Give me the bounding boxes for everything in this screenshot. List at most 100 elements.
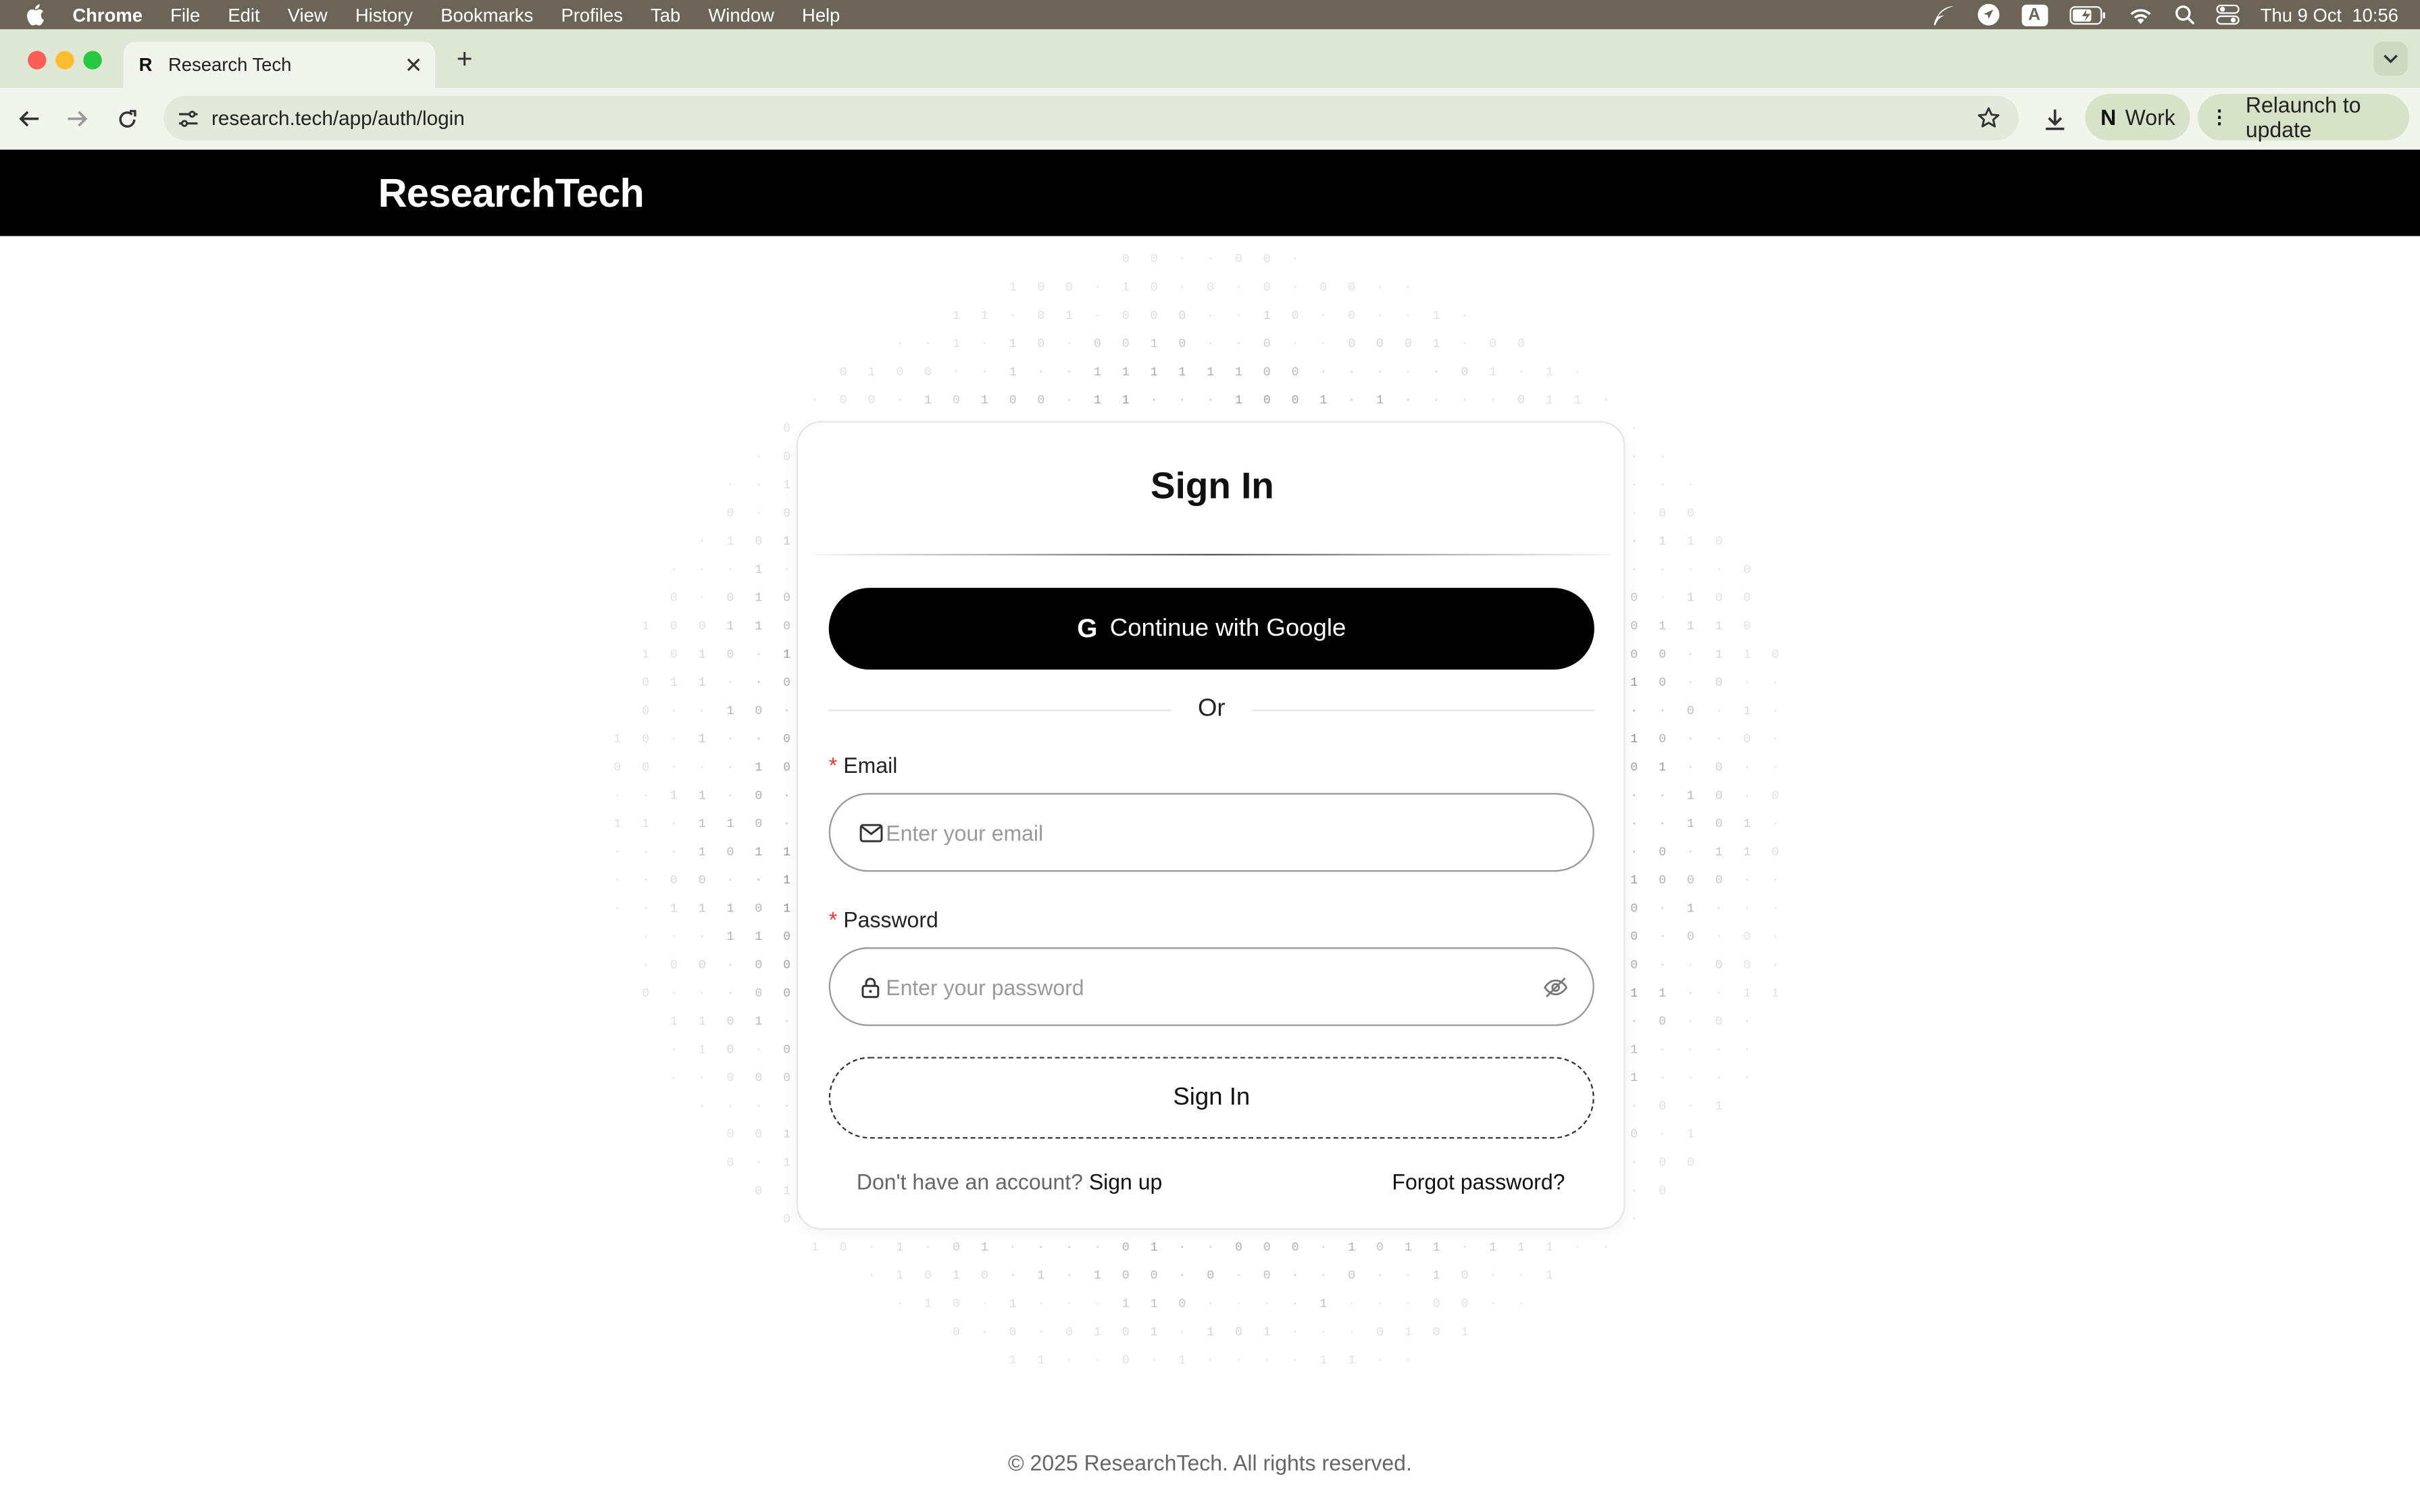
new-tab-icon[interactable]: + — [451, 43, 478, 76]
menu-history[interactable]: History — [355, 4, 413, 26]
svg-text:·: · — [1207, 394, 1214, 407]
menu-edit[interactable]: Edit — [228, 4, 259, 26]
svg-text:1: 1 — [1546, 1241, 1553, 1255]
svg-text:1: 1 — [1405, 1326, 1412, 1339]
site-logo[interactable]: ResearchTech — [378, 170, 645, 218]
svg-text:·: · — [1715, 733, 1723, 747]
window-minimize-button[interactable] — [55, 51, 74, 70]
forward-arrow-icon[interactable] — [64, 105, 91, 132]
svg-text:·: · — [755, 1043, 762, 1057]
password-input[interactable] — [886, 974, 1544, 999]
apple-icon[interactable] — [25, 3, 50, 26]
svg-text:0: 0 — [1461, 1269, 1468, 1283]
tab-close-icon[interactable]: ✕ — [405, 52, 423, 78]
svg-text:·: · — [1348, 366, 1355, 379]
svg-text:·: · — [1376, 309, 1384, 323]
wifi-icon[interactable] — [2127, 5, 2152, 24]
window-zoom-button[interactable] — [83, 51, 102, 70]
svg-text:0: 0 — [1771, 789, 1779, 803]
menu-window[interactable]: Window — [708, 4, 774, 26]
toggle-password-visibility-icon[interactable] — [1543, 974, 1568, 999]
location-arrow-icon[interactable] — [1976, 3, 1999, 26]
browser-tab[interactable]: R Research Tech ✕ — [123, 41, 436, 89]
svg-text:·: · — [896, 1297, 903, 1311]
menu-bookmarks[interactable]: Bookmarks — [440, 4, 533, 26]
svg-text:1: 1 — [783, 902, 790, 915]
svg-text:·: · — [1771, 676, 1779, 690]
svg-text:0: 0 — [1687, 705, 1694, 718]
more-options-icon[interactable]: ⋮ — [2210, 107, 2228, 128]
svg-text:·: · — [1630, 563, 1638, 577]
address-url[interactable]: research.tech/app/auth/login — [211, 107, 465, 130]
svg-text:·: · — [1235, 309, 1242, 323]
email-input[interactable] — [886, 820, 1593, 845]
svg-text:·: · — [981, 366, 988, 379]
svg-text:·: · — [1744, 1043, 1751, 1057]
svg-text:·: · — [1659, 930, 1666, 944]
svg-text:1: 1 — [1348, 1241, 1355, 1255]
svg-text:1: 1 — [1178, 366, 1186, 379]
profile-button[interactable]: N Work — [2085, 94, 2190, 141]
svg-text:·: · — [1263, 1354, 1271, 1367]
spotlight-search-icon[interactable] — [2174, 5, 2194, 25]
keyboard-input-icon[interactable]: A — [2021, 3, 2048, 26]
svg-text:0: 0 — [840, 1241, 847, 1255]
svg-text:1: 1 — [896, 1241, 903, 1255]
svg-text:0: 0 — [783, 592, 790, 605]
svg-text:·: · — [699, 930, 706, 944]
svg-text:0: 0 — [1517, 338, 1525, 351]
svg-text:·: · — [670, 761, 678, 774]
continue-with-google-button[interactable]: G Continue with Google — [828, 588, 1594, 670]
menubar-clock[interactable]: Thu 9 Oct 10:56 — [2261, 4, 2398, 26]
svg-text:1: 1 — [1687, 592, 1694, 605]
sign-up-link[interactable]: Sign up — [1089, 1169, 1162, 1194]
menu-app-chrome[interactable]: Chrome — [72, 4, 143, 26]
svg-text:·: · — [1659, 1128, 1666, 1142]
control-center-icon[interactable] — [2215, 4, 2239, 25]
svg-text:0: 0 — [1037, 281, 1044, 295]
sign-in-submit-button[interactable]: Sign In — [828, 1057, 1594, 1139]
svg-text:·: · — [811, 394, 819, 407]
menu-help[interactable]: Help — [802, 4, 840, 26]
svg-text:0: 0 — [1151, 281, 1158, 295]
svg-text:·: · — [1687, 1072, 1694, 1085]
svg-text:·: · — [1178, 281, 1186, 295]
menu-profiles[interactable]: Profiles — [561, 4, 623, 26]
download-icon[interactable] — [2039, 103, 2070, 134]
svg-text:1: 1 — [1659, 535, 1666, 549]
password-field[interactable] — [828, 947, 1594, 1026]
site-settings-icon[interactable] — [173, 103, 204, 134]
svg-text:·: · — [1292, 281, 1299, 295]
svg-text:·: · — [1630, 451, 1638, 464]
menu-tab[interactable]: Tab — [651, 4, 680, 26]
bookmark-star-icon[interactable] — [1975, 105, 2000, 130]
tab-search-chevron-icon[interactable] — [2373, 41, 2408, 76]
window-close-button[interactable] — [28, 51, 47, 70]
svg-text:1: 1 — [1235, 394, 1242, 407]
address-bar[interactable]: research.tech/app/auth/login — [163, 95, 2019, 141]
tab-title: Research Tech — [168, 53, 292, 76]
svg-text:·: · — [1065, 1297, 1073, 1311]
svg-text:·: · — [1348, 1297, 1355, 1311]
svg-text:0: 0 — [1348, 281, 1355, 295]
menu-view[interactable]: View — [288, 4, 328, 26]
svg-text:·: · — [1744, 789, 1751, 803]
back-arrow-icon[interactable] — [16, 105, 43, 132]
svg-text:·: · — [1687, 1015, 1694, 1029]
relaunch-to-update-button[interactable]: Relaunch to update ⋮ — [2198, 93, 2410, 142]
svg-text:·: · — [642, 959, 649, 972]
reload-icon[interactable] — [113, 105, 141, 132]
email-field[interactable] — [828, 792, 1594, 872]
svg-text:·: · — [727, 1100, 734, 1113]
svg-text:0: 0 — [1065, 1326, 1073, 1339]
forgot-password-link[interactable]: Forgot password? — [1392, 1169, 1565, 1194]
svg-text:1: 1 — [1461, 1326, 1468, 1339]
macos-menu-bar: Chrome File Edit View History Bookmarks … — [0, 0, 2420, 30]
svg-text:·: · — [727, 563, 734, 577]
svg-text:·: · — [1489, 394, 1496, 407]
svg-text:·: · — [1715, 1072, 1723, 1085]
feather-icon[interactable] — [1930, 4, 1955, 26]
menu-file[interactable]: File — [170, 4, 200, 26]
svg-text:1: 1 — [1037, 1269, 1044, 1283]
battery-icon[interactable] — [2069, 5, 2107, 24]
